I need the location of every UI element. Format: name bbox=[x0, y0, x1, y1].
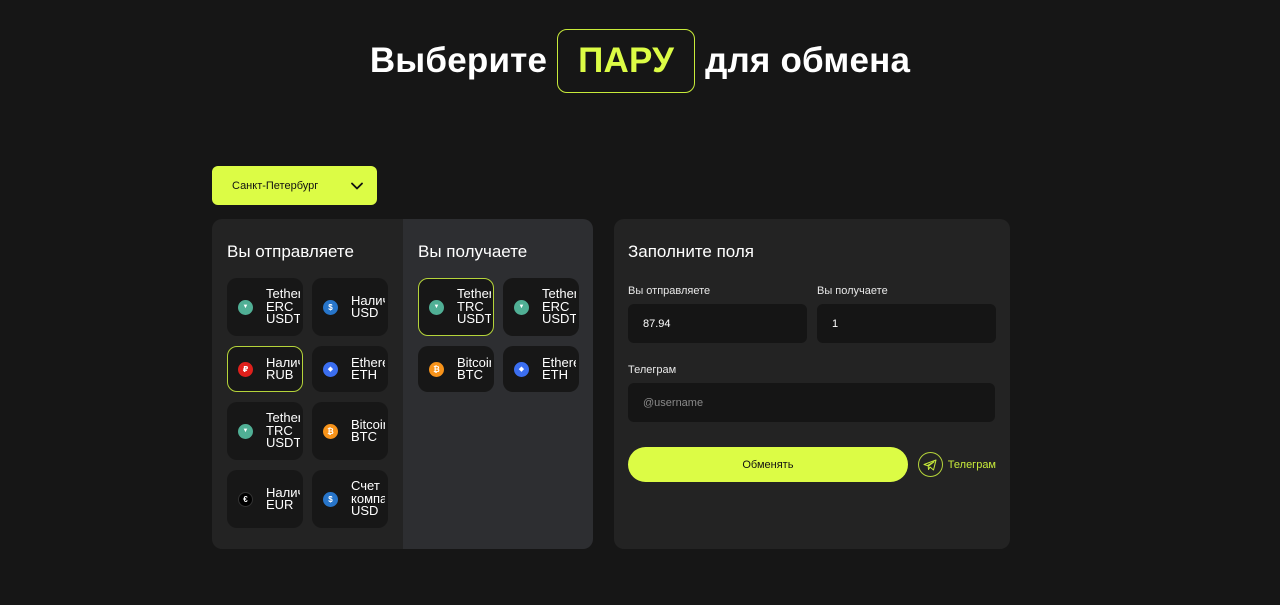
receive-heading: Вы получаете bbox=[418, 242, 528, 261]
receive-column: Вы получаете ▼ Tether TRC USDT ▼ Tether ERC USD… bbox=[403, 219, 593, 549]
telegram-username-input[interactable] bbox=[628, 383, 995, 422]
telegram-link[interactable]: Телеграм bbox=[917, 452, 996, 477]
currency-label: BitcoinBTC bbox=[457, 357, 491, 382]
receive-amount-input[interactable] bbox=[817, 304, 996, 343]
page-title: Выберите ПАРУ для обмена bbox=[0, 29, 1280, 93]
receive-currency-grid: ▼ TetherTRCUSDT ▼ TetherERCUSDT ₿ BitcoinBTC ◆… bbox=[418, 278, 593, 392]
form-heading: Заполните поля bbox=[628, 242, 754, 261]
tether-icon: ▼ bbox=[238, 423, 253, 439]
send-amount-label: Вы отправляете bbox=[628, 285, 711, 297]
currency-label: EthereumETH bbox=[351, 357, 385, 382]
currency-label-line2: BTC bbox=[351, 429, 377, 444]
currency-label: НаличныеRUB bbox=[266, 357, 300, 382]
currency-label: BitcoinBTC bbox=[351, 419, 385, 444]
currency-label-line2: EUR bbox=[266, 497, 294, 512]
tether-icon: ▼ bbox=[429, 299, 444, 315]
title-text-before: Выберите bbox=[369, 41, 548, 80]
title-text-after: для обмена bbox=[705, 41, 911, 80]
telegram-link-label: Телеграм bbox=[947, 458, 996, 471]
receive-currency-card[interactable]: ◆ EthereumETH bbox=[503, 346, 579, 392]
receive-currency-card[interactable]: ▼ Tether TRC USDT bbox=[418, 278, 494, 336]
currency-label: Tether ERC USDT bbox=[542, 288, 576, 326]
exchange-form: Заполните поля Вы отправляете Вы получае… bbox=[614, 219, 1010, 549]
send-currency-card[interactable]: ₽ НаличныеRUB bbox=[227, 346, 303, 392]
euro-icon: € bbox=[238, 491, 253, 507]
currency-label-line2: RUB bbox=[266, 367, 294, 382]
send-heading: Вы отправляете bbox=[227, 242, 354, 261]
city-select-value: Санкт-Петербург bbox=[232, 179, 319, 192]
send-currency-card[interactable]: € НаличныеEUR bbox=[227, 470, 303, 528]
currency-label: Tether ERC USDT bbox=[266, 288, 300, 326]
currency-label: НаличныеEUR bbox=[266, 487, 300, 512]
currency-label-line2: BTC bbox=[457, 367, 483, 382]
send-column: Вы отправляете ▼ TetherERCUSDT $ НаличныеUS… bbox=[212, 219, 403, 549]
bitcoin-icon: ₿ bbox=[323, 423, 338, 439]
currency-label-line2: ETH bbox=[351, 367, 377, 382]
receive-currency-card[interactable]: ₿ BitcoinBTC bbox=[418, 346, 494, 392]
send-amount-group: Вы отправляете bbox=[628, 285, 807, 343]
send-currency-card[interactable]: $ СчеткомпанииUSD bbox=[312, 470, 388, 528]
receive-currency-card[interactable]: ▼ Tether ERC USDT bbox=[503, 278, 579, 336]
tether-icon: ▼ bbox=[238, 299, 253, 315]
telegram-icon bbox=[917, 452, 943, 477]
bitcoin-icon: ₿ bbox=[429, 361, 444, 377]
currency-label: Tether TRC USDT bbox=[457, 288, 491, 326]
send-currency-card[interactable]: ₿ BitcoinBTC bbox=[312, 402, 388, 460]
dollar-icon: $ bbox=[323, 491, 338, 507]
currency-label-line3: USDT bbox=[266, 311, 300, 326]
send-currency-card[interactable]: ▼ Tether ERC USDT bbox=[227, 278, 303, 336]
send-currency-card[interactable]: ▼ Tether TRC USDT bbox=[227, 402, 303, 460]
pair-selector-panel: Вы отправляете ▼ TetherERCUSDT $ НаличныеUS… bbox=[212, 219, 593, 549]
ethereum-icon: ◆ bbox=[514, 361, 529, 377]
receive-amount-group: Вы получаете bbox=[817, 285, 996, 343]
currency-label-line3: USDT bbox=[542, 311, 576, 326]
currency-label-line3: USDT bbox=[457, 311, 491, 326]
title-accent-badge: ПАРУ bbox=[557, 29, 696, 93]
send-amount-input[interactable] bbox=[628, 304, 807, 343]
currency-label: СчеткомпанииUSD bbox=[351, 480, 385, 518]
currency-label-line2: USD bbox=[351, 305, 379, 320]
currency-label: EthereumETH bbox=[542, 357, 576, 382]
ruble-icon: ₽ bbox=[238, 361, 253, 377]
currency-label: Tether TRC USDT bbox=[266, 412, 300, 450]
currency-label: НаличныеUSD bbox=[351, 295, 385, 320]
send-currency-card[interactable]: ◆ EthereumETH bbox=[312, 346, 388, 392]
send-currency-grid: ▼ TetherERCUSDT $ НаличныеUSD ₽ НаличныеRUB ◆ E… bbox=[227, 278, 403, 528]
currency-label-line3: USDT bbox=[266, 435, 300, 450]
currency-label-line3: USD bbox=[351, 503, 379, 518]
city-select[interactable]: Санкт-Петербург bbox=[212, 166, 377, 205]
telegram-label: Телеграм bbox=[628, 364, 677, 376]
chevron-down-icon bbox=[351, 182, 363, 189]
receive-amount-label: Вы получаете bbox=[817, 285, 888, 297]
currency-label-line2: ETH bbox=[542, 367, 568, 382]
ethereum-icon: ◆ bbox=[323, 361, 338, 377]
send-currency-card[interactable]: $ НаличныеUSD bbox=[312, 278, 388, 336]
exchange-button[interactable]: Обменять bbox=[628, 447, 908, 482]
dollar-icon: $ bbox=[323, 299, 338, 315]
tether-icon: ▼ bbox=[514, 299, 529, 315]
